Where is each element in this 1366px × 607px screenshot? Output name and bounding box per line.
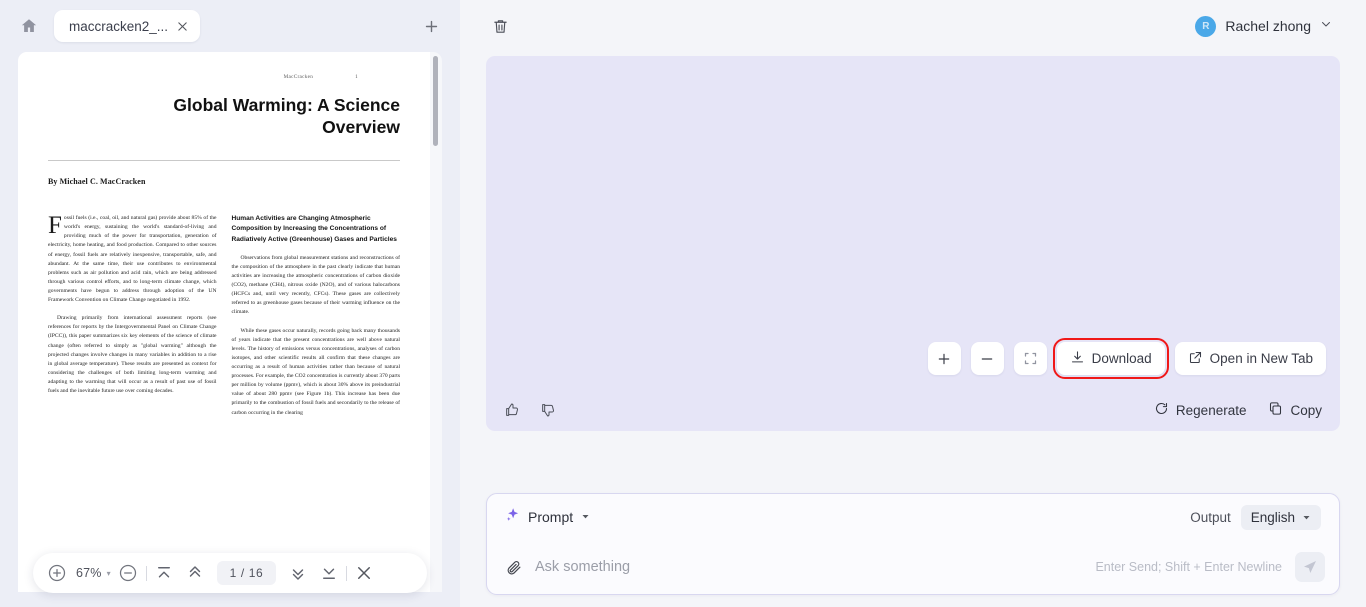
regenerate-button[interactable]: Regenerate — [1154, 401, 1247, 419]
paragraph: Fossil fuels (i.e., coal, oil, and natur… — [48, 212, 217, 304]
app-root: maccracken2_... MacCracken 1 Global Warm… — [0, 0, 1366, 607]
ask-input[interactable] — [535, 559, 1083, 575]
zoom-level[interactable]: 67% — [76, 566, 102, 580]
document-title: Global Warming: A Science Overview — [173, 95, 400, 138]
copy-icon — [1268, 401, 1283, 419]
pdf-page: MacCracken 1 Global Warming: A Science O… — [18, 52, 430, 592]
running-head-page: 1 — [355, 74, 358, 80]
document-columns: Fossil fuels (i.e., coal, oil, and natur… — [48, 212, 401, 427]
refresh-icon — [1154, 401, 1169, 419]
document-tab[interactable]: maccracken2_... — [54, 10, 201, 42]
last-page-icon[interactable] — [320, 564, 338, 582]
feedback-actions: Regenerate Copy — [1154, 401, 1322, 419]
send-button[interactable] — [1295, 552, 1325, 582]
thumbs-up-icon[interactable] — [504, 402, 520, 418]
prev-page-icon[interactable] — [186, 564, 204, 582]
avatar: R — [1195, 15, 1217, 37]
fullscreen-icon[interactable] — [1013, 342, 1047, 375]
next-page-icon[interactable] — [289, 564, 307, 582]
vertical-scrollbar[interactable] — [433, 56, 438, 146]
preview-action-bar: Download Open in New Tab — [927, 338, 1326, 379]
title-divider — [48, 160, 400, 162]
chat-pane: R Rachel zhong Download Open in New Tab … — [460, 0, 1366, 607]
paperclip-icon[interactable] — [505, 559, 522, 576]
zoom-out-icon[interactable] — [118, 563, 138, 583]
regenerate-label: Regenerate — [1175, 402, 1247, 418]
output-label: Output — [1190, 509, 1231, 525]
prompt-composer: Prompt Output English Ask something Ente… — [486, 493, 1340, 595]
close-icon[interactable] — [355, 564, 373, 582]
document-tab-label: maccracken2_... — [69, 18, 169, 34]
composer-input-row: Enter Send; Shift + Enter Newline — [487, 540, 1339, 594]
chevron-down-icon[interactable] — [1320, 17, 1332, 35]
download-label: Download — [1091, 351, 1152, 366]
language-value: English — [1250, 509, 1295, 525]
chevron-down-icon[interactable] — [581, 508, 590, 526]
document-author: By Michael C. MacCracken — [48, 177, 146, 187]
chat-header: R Rachel zhong — [486, 0, 1340, 52]
running-head-text: MacCracken — [283, 74, 314, 80]
chevron-down-icon[interactable] — [1302, 510, 1311, 525]
first-page-icon[interactable] — [155, 564, 173, 582]
input-hint: Enter Send; Shift + Enter Newline — [1095, 560, 1282, 574]
answer-preview-card: Download Open in New Tab Regenerate Copy — [486, 56, 1340, 431]
paragraph: While these gases occur naturally, recor… — [231, 327, 401, 416]
document-right-column: Human Activities are Changing Atmospheri… — [232, 214, 401, 427]
zoom-in-icon[interactable] — [47, 563, 67, 583]
language-select[interactable]: English — [1240, 504, 1321, 530]
prompt-selector[interactable]: Prompt — [505, 507, 590, 527]
preview-zoom-out-button[interactable] — [970, 342, 1004, 375]
paragraph: Drawing primarily from international ass… — [48, 315, 217, 395]
prompt-label: Prompt — [528, 509, 574, 525]
preview-zoom-in-button[interactable] — [927, 342, 961, 375]
download-icon — [1070, 350, 1085, 368]
external-link-icon — [1188, 350, 1203, 368]
document-tab-bar: maccracken2_... — [0, 0, 460, 52]
trash-icon[interactable] — [486, 12, 514, 40]
user-name: Rachel zhong — [1225, 18, 1311, 34]
divider — [346, 565, 348, 581]
open-in-new-tab-button[interactable]: Open in New Tab — [1174, 342, 1326, 375]
user-menu[interactable]: R Rachel zhong — [1195, 15, 1340, 37]
pdf-toolbar: 67% ▾ 1 / 16 — [33, 553, 427, 593]
document-pane: maccracken2_... MacCracken 1 Global Warm… — [0, 0, 460, 607]
feedback-bar: Regenerate Copy — [486, 389, 1340, 431]
page-running-header: MacCracken 1 — [48, 74, 400, 80]
paragraph: Observations from global measurement sta… — [231, 254, 401, 316]
close-icon[interactable] — [177, 21, 188, 32]
composer-options-row: Prompt Output English — [487, 494, 1339, 540]
sparkle-icon — [505, 507, 520, 527]
document-left-column: Fossil fuels (i.e., coal, oil, and natur… — [48, 212, 217, 427]
plus-icon[interactable] — [416, 11, 446, 41]
copy-button[interactable]: Copy — [1268, 401, 1322, 419]
divider — [145, 565, 147, 581]
page-indicator[interactable]: 1 / 16 — [216, 561, 277, 585]
open-in-new-tab-label: Open in New Tab — [1209, 351, 1313, 366]
section-heading: Human Activities are Changing Atmospheri… — [231, 215, 397, 243]
pdf-viewer[interactable]: MacCracken 1 Global Warming: A Science O… — [18, 52, 442, 592]
home-icon[interactable] — [14, 11, 44, 41]
chevron-down-icon[interactable]: ▾ — [107, 569, 111, 578]
output-language-group: Output English — [1190, 504, 1321, 530]
download-button[interactable]: Download — [1052, 338, 1169, 379]
thumbs-down-icon[interactable] — [540, 402, 556, 418]
copy-label: Copy — [1290, 402, 1322, 418]
